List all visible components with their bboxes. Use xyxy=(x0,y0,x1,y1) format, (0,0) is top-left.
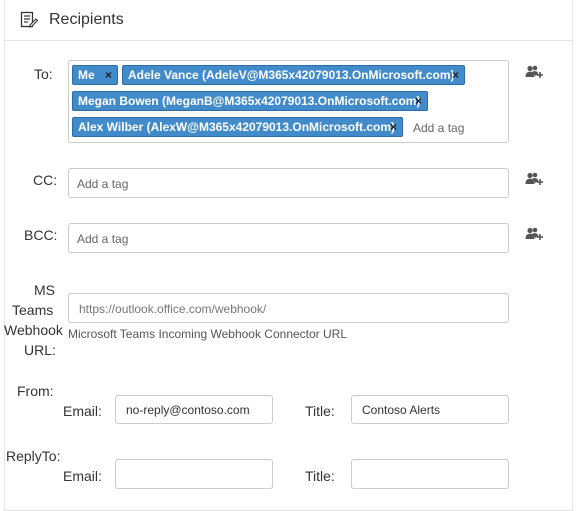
replyto-title-input[interactable] xyxy=(351,459,509,489)
recipient-tag[interactable]: Adele Vance (AdeleV@M365x42079013.OnMicr… xyxy=(122,65,465,85)
webhook-help-text: Microsoft Teams Incoming Webhook Connect… xyxy=(68,327,348,341)
tag-text: Me xyxy=(78,68,95,82)
remove-tag-icon[interactable]: × xyxy=(452,66,459,84)
to-label: To: xyxy=(34,66,53,82)
recipient-tag[interactable]: Alex Wilber (AlexW@M365x42079013.OnMicro… xyxy=(72,117,403,137)
from-title-input[interactable]: Contoso Alerts xyxy=(351,395,509,424)
webhook-label-line: Webhook xyxy=(4,322,63,338)
recipient-tag[interactable]: Me × xyxy=(72,65,118,85)
cc-label: CC: xyxy=(33,172,58,188)
from-label: From: xyxy=(17,383,54,399)
bcc-input-placeholder: Add a tag xyxy=(77,232,129,246)
recipient-tag[interactable]: Megan Bowen (MeganB@M365x42079013.OnMicr… xyxy=(72,91,428,111)
webhook-label-line: Teams xyxy=(12,302,54,318)
edit-form-icon xyxy=(20,11,38,28)
from-title-value: Contoso Alerts xyxy=(362,403,441,417)
cc-input-placeholder: Add a tag xyxy=(77,177,129,191)
webhook-url-placeholder: https://outlook.office.com/webhook/ xyxy=(79,302,267,316)
webhook-url-input[interactable]: https://outlook.office.com/webhook/ xyxy=(68,293,509,323)
from-title-label: Title: xyxy=(305,403,335,419)
bcc-label: BCC: xyxy=(24,227,58,243)
webhook-label-line: MS xyxy=(34,282,55,298)
tag-text: Alex Wilber (AlexW@M365x42079013.OnMicro… xyxy=(78,120,396,134)
page-title: Recipients xyxy=(49,11,124,28)
from-email-value: no-reply@contoso.com xyxy=(126,403,250,417)
remove-tag-icon[interactable]: × xyxy=(105,66,112,84)
add-people-icon[interactable] xyxy=(525,172,543,186)
from-email-input[interactable]: no-reply@contoso.com xyxy=(115,395,273,424)
tag-text: Adele Vance (AdeleV@M365x42079013.OnMicr… xyxy=(128,68,455,82)
replyto-title-label: Title: xyxy=(305,468,335,484)
add-people-icon[interactable] xyxy=(525,227,543,241)
cc-tag-input[interactable]: Add a tag xyxy=(68,168,509,198)
add-people-icon[interactable] xyxy=(525,65,543,79)
tag-text: Megan Bowen (MeganB@M365x42079013.OnMicr… xyxy=(78,94,421,108)
remove-tag-icon[interactable]: × xyxy=(415,92,422,110)
header-divider xyxy=(4,40,573,41)
panel-header: Recipients xyxy=(0,0,577,41)
replyto-label: ReplyTo: xyxy=(6,448,61,464)
replyto-email-label: Email: xyxy=(63,468,102,484)
bcc-tag-input[interactable]: Add a tag xyxy=(68,223,509,253)
to-tag-input[interactable]: Me × Adele Vance (AdeleV@M365x42079013.O… xyxy=(68,60,509,143)
from-email-label: Email: xyxy=(63,403,102,419)
replyto-email-input[interactable] xyxy=(115,459,273,489)
to-input-placeholder[interactable]: Add a tag xyxy=(413,121,464,135)
webhook-label-line: URL: xyxy=(24,342,56,358)
remove-tag-icon[interactable]: × xyxy=(390,118,397,136)
